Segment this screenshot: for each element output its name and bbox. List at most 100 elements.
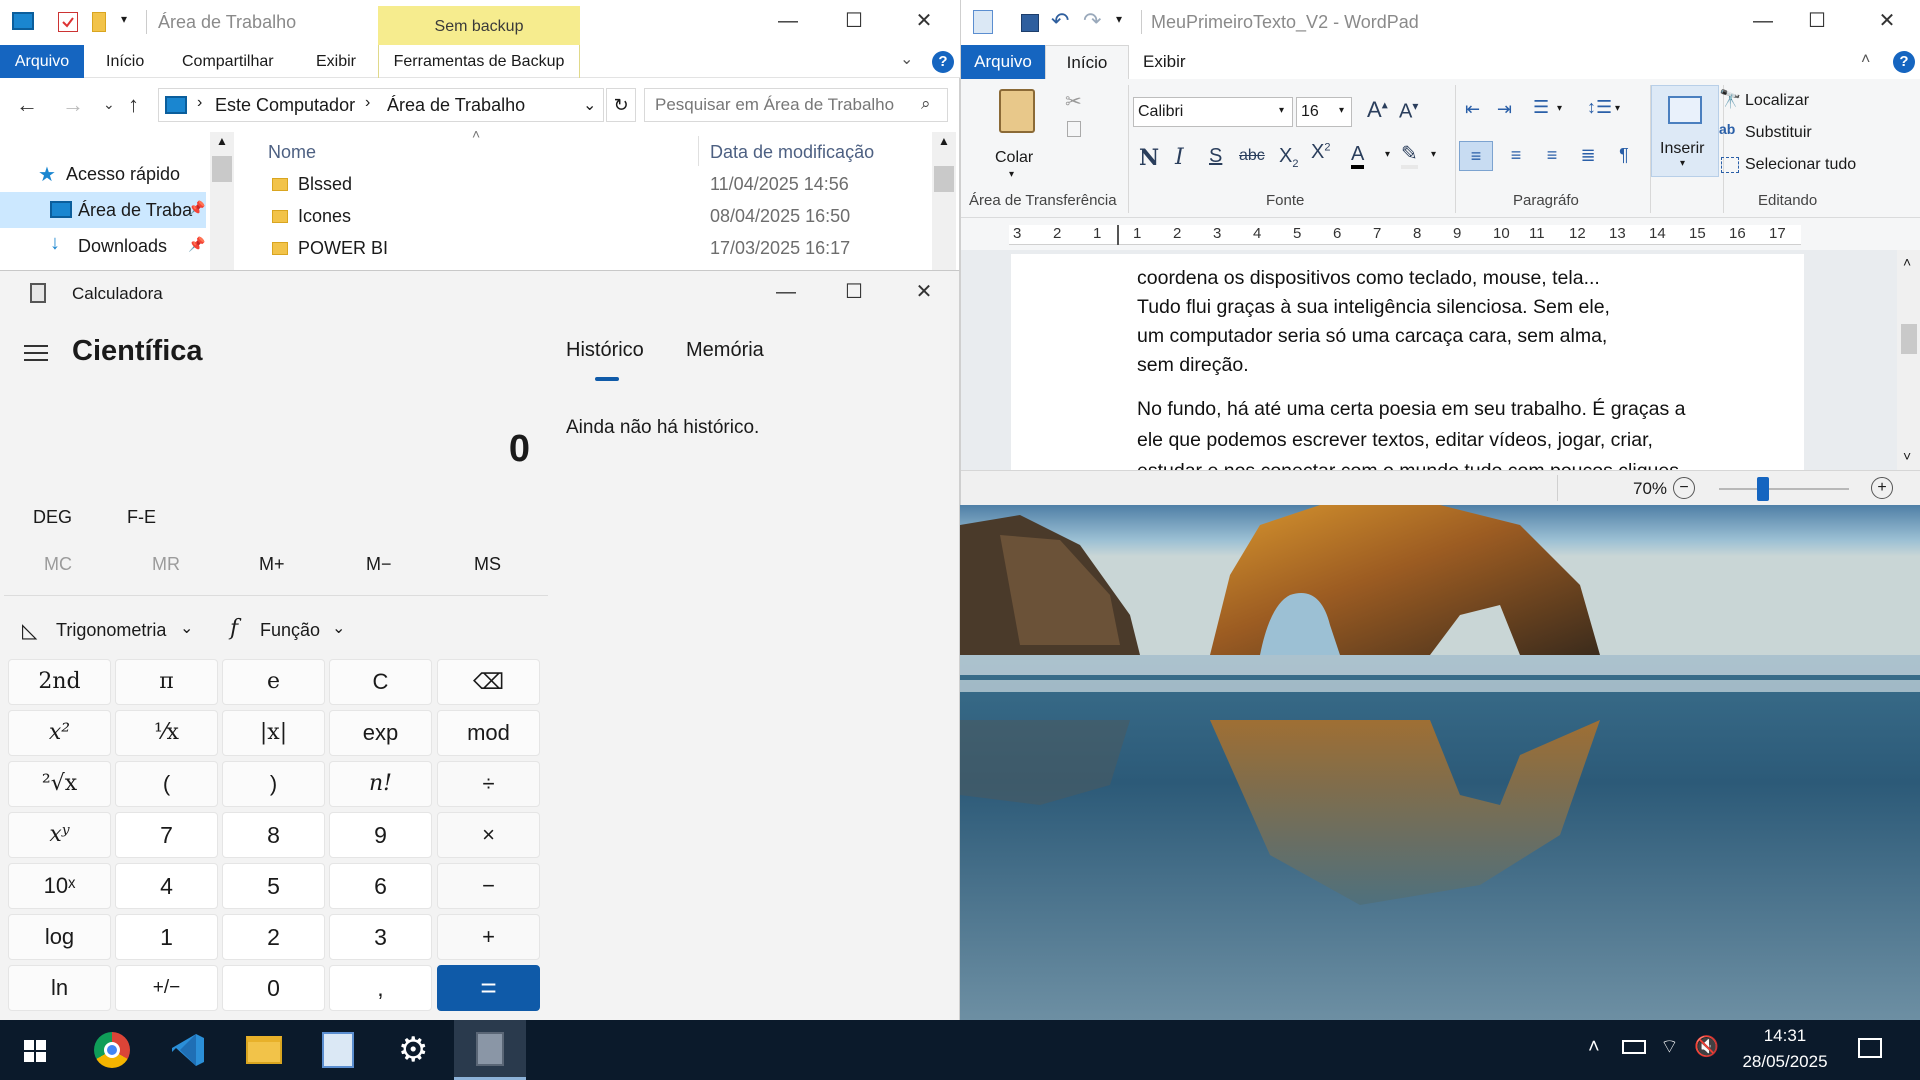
redo-icon[interactable]: ↷ <box>1083 8 1101 34</box>
chevron-down-icon[interactable]: ▾ <box>1615 103 1620 114</box>
digit-2-button[interactable]: 2 <box>222 914 325 960</box>
power-button[interactable]: xʸ <box>8 812 111 858</box>
new-folder-icon[interactable] <box>92 12 106 32</box>
undo-icon[interactable]: ↶ <box>1051 8 1069 34</box>
zoom-in-button[interactable]: + <box>1871 477 1893 499</box>
nav-pane-scrollbar[interactable]: ▲ <box>210 132 234 270</box>
insert-button[interactable]: Inserir ▾ <box>1651 85 1719 177</box>
quick-access-dropdown-icon[interactable]: ▾ <box>1116 12 1122 26</box>
factorial-button[interactable]: n! <box>329 761 432 807</box>
tab-inicio[interactable]: Início <box>106 45 144 78</box>
font-size-select[interactable]: 16 ▾ <box>1296 97 1352 127</box>
breadcrumb-area-de-trabalho[interactable]: Área de Trabalho <box>387 95 525 116</box>
forward-arrow-icon[interactable]: → <box>62 92 84 118</box>
maximize-button[interactable]: ☐ <box>830 6 878 36</box>
file-row[interactable]: Blssed 11/04/2025 14:56 <box>252 170 942 200</box>
refresh-icon[interactable]: ↻ <box>606 88 636 122</box>
memory-add-button[interactable]: M+ <box>259 554 285 575</box>
breadcrumb-este-computador[interactable]: Este Computador <box>215 95 355 116</box>
pi-button[interactable]: π <box>115 659 218 705</box>
mod-button[interactable]: mod <box>437 710 540 756</box>
subscript-icon[interactable]: X2 <box>1279 145 1298 170</box>
battery-icon[interactable] <box>1622 1040 1646 1054</box>
paste-button[interactable]: Colar ▾ <box>989 89 1045 180</box>
digit-8-button[interactable]: 8 <box>222 812 325 858</box>
align-right-icon[interactable]: ≡ <box>1535 141 1569 171</box>
nav-item-acesso-rapido[interactable]: ★ Acesso rápido <box>0 160 206 190</box>
replace-button[interactable]: ab Substituir <box>1719 121 1919 147</box>
add-button[interactable]: + <box>437 914 540 960</box>
close-paren-button[interactable]: ) <box>222 761 325 807</box>
minimize-button[interactable]: — <box>764 6 812 36</box>
clear-button[interactable]: C <box>329 659 432 705</box>
ruler[interactable]: 3 2 1 1 2 3 4 5 6 7 8 9 10 11 12 13 14 1… <box>1009 225 1801 245</box>
digit-9-button[interactable]: 9 <box>329 812 432 858</box>
help-icon[interactable]: ? <box>932 51 954 73</box>
taskbar-wordpad[interactable] <box>302 1020 374 1080</box>
font-color-icon[interactable]: A <box>1351 143 1365 169</box>
log-button[interactable]: log <box>8 914 111 960</box>
tab-historico[interactable]: Histórico <box>566 339 644 362</box>
align-center-icon[interactable]: ≡ <box>1499 141 1533 171</box>
indent-marker[interactable] <box>1117 225 1129 245</box>
close-button[interactable]: ✕ <box>900 6 948 36</box>
exp-button[interactable]: exp <box>329 710 432 756</box>
italic-icon[interactable]: I <box>1175 145 1184 170</box>
save-icon[interactable] <box>1021 14 1039 32</box>
zoom-slider[interactable] <box>1719 488 1849 490</box>
scroll-thumb[interactable] <box>1901 324 1917 354</box>
clock[interactable]: 14:31 28/05/2025 <box>1730 1024 1840 1072</box>
chevron-down-icon[interactable]: ▾ <box>1557 103 1562 114</box>
decrease-indent-icon[interactable]: ⇤ <box>1465 99 1480 120</box>
properties-icon[interactable] <box>58 12 78 32</box>
digit-5-button[interactable]: 5 <box>222 863 325 909</box>
align-left-icon[interactable]: ≡ <box>1459 141 1493 171</box>
chevron-down-icon[interactable]: ▾ <box>1431 149 1436 160</box>
maximize-button[interactable]: ☐ <box>830 277 878 307</box>
pin-icon[interactable]: 📌 <box>188 236 205 253</box>
absolute-value-button[interactable]: |x| <box>222 710 325 756</box>
digit-6-button[interactable]: 6 <box>329 863 432 909</box>
tab-inicio[interactable]: Início <box>1045 45 1129 79</box>
digit-4-button[interactable]: 4 <box>115 863 218 909</box>
scroll-up-icon[interactable]: ˄ <box>1903 254 1911 270</box>
minimize-button[interactable]: — <box>1739 6 1787 36</box>
minimize-button[interactable]: — <box>762 277 810 307</box>
file-list-scrollbar[interactable]: ▲ <box>932 132 956 270</box>
highlight-icon[interactable]: ✎ <box>1401 143 1418 169</box>
start-button[interactable] <box>0 1020 72 1080</box>
zoom-out-button[interactable]: − <box>1673 477 1695 499</box>
wifi-icon[interactable]: ⌔ <box>1660 1034 1679 1059</box>
second-function-button[interactable]: 2nd <box>8 659 111 705</box>
cut-icon[interactable]: ✂ <box>1065 89 1082 114</box>
divide-button[interactable]: ÷ <box>437 761 540 807</box>
help-icon[interactable]: ? <box>1893 51 1915 73</box>
bold-icon[interactable]: N <box>1139 145 1159 171</box>
digit-1-button[interactable]: 1 <box>115 914 218 960</box>
column-header-data-modificacao[interactable]: Data de modificação <box>710 142 874 163</box>
search-input[interactable]: Pesquisar em Área de Trabalho ⌕ <box>644 88 948 122</box>
quick-access-dropdown-icon[interactable]: ▾ <box>121 12 127 26</box>
digit-3-button[interactable]: 3 <box>329 914 432 960</box>
document-page[interactable]: coordena os dispositivos como teclado, m… <box>1011 254 1804 470</box>
trigonometry-dropdown[interactable]: ◺ Trigonometria ⌄ <box>18 616 208 646</box>
equals-button[interactable]: = <box>437 965 540 1011</box>
document-scrollbar[interactable]: ˄ ˅ <box>1897 250 1920 470</box>
tab-arquivo[interactable]: Arquivo <box>961 45 1045 79</box>
show-hidden-icons-icon[interactable]: ˄ <box>1588 1036 1600 1059</box>
tab-memoria[interactable]: Memória <box>686 339 764 362</box>
natural-log-button[interactable]: ln <box>8 965 111 1011</box>
context-tab-no-backup[interactable]: Sem backup <box>378 6 580 45</box>
select-all-button[interactable]: Selecionar tudo <box>1719 153 1919 179</box>
tab-arquivo[interactable]: Arquivo <box>0 45 84 78</box>
superscript-icon[interactable]: X2 <box>1311 141 1330 164</box>
memory-recall-button[interactable]: MR <box>152 554 180 575</box>
zoom-slider-thumb[interactable] <box>1757 477 1769 501</box>
memory-subtract-button[interactable]: M− <box>366 554 392 575</box>
decimal-button[interactable]: , <box>329 965 432 1011</box>
tab-compartilhar[interactable]: Compartilhar <box>182 45 274 78</box>
copy-icon[interactable] <box>1067 121 1081 137</box>
digit-0-button[interactable]: 0 <box>222 965 325 1011</box>
font-name-select[interactable]: Calibri ▾ <box>1133 97 1293 127</box>
open-paren-button[interactable]: ( <box>115 761 218 807</box>
